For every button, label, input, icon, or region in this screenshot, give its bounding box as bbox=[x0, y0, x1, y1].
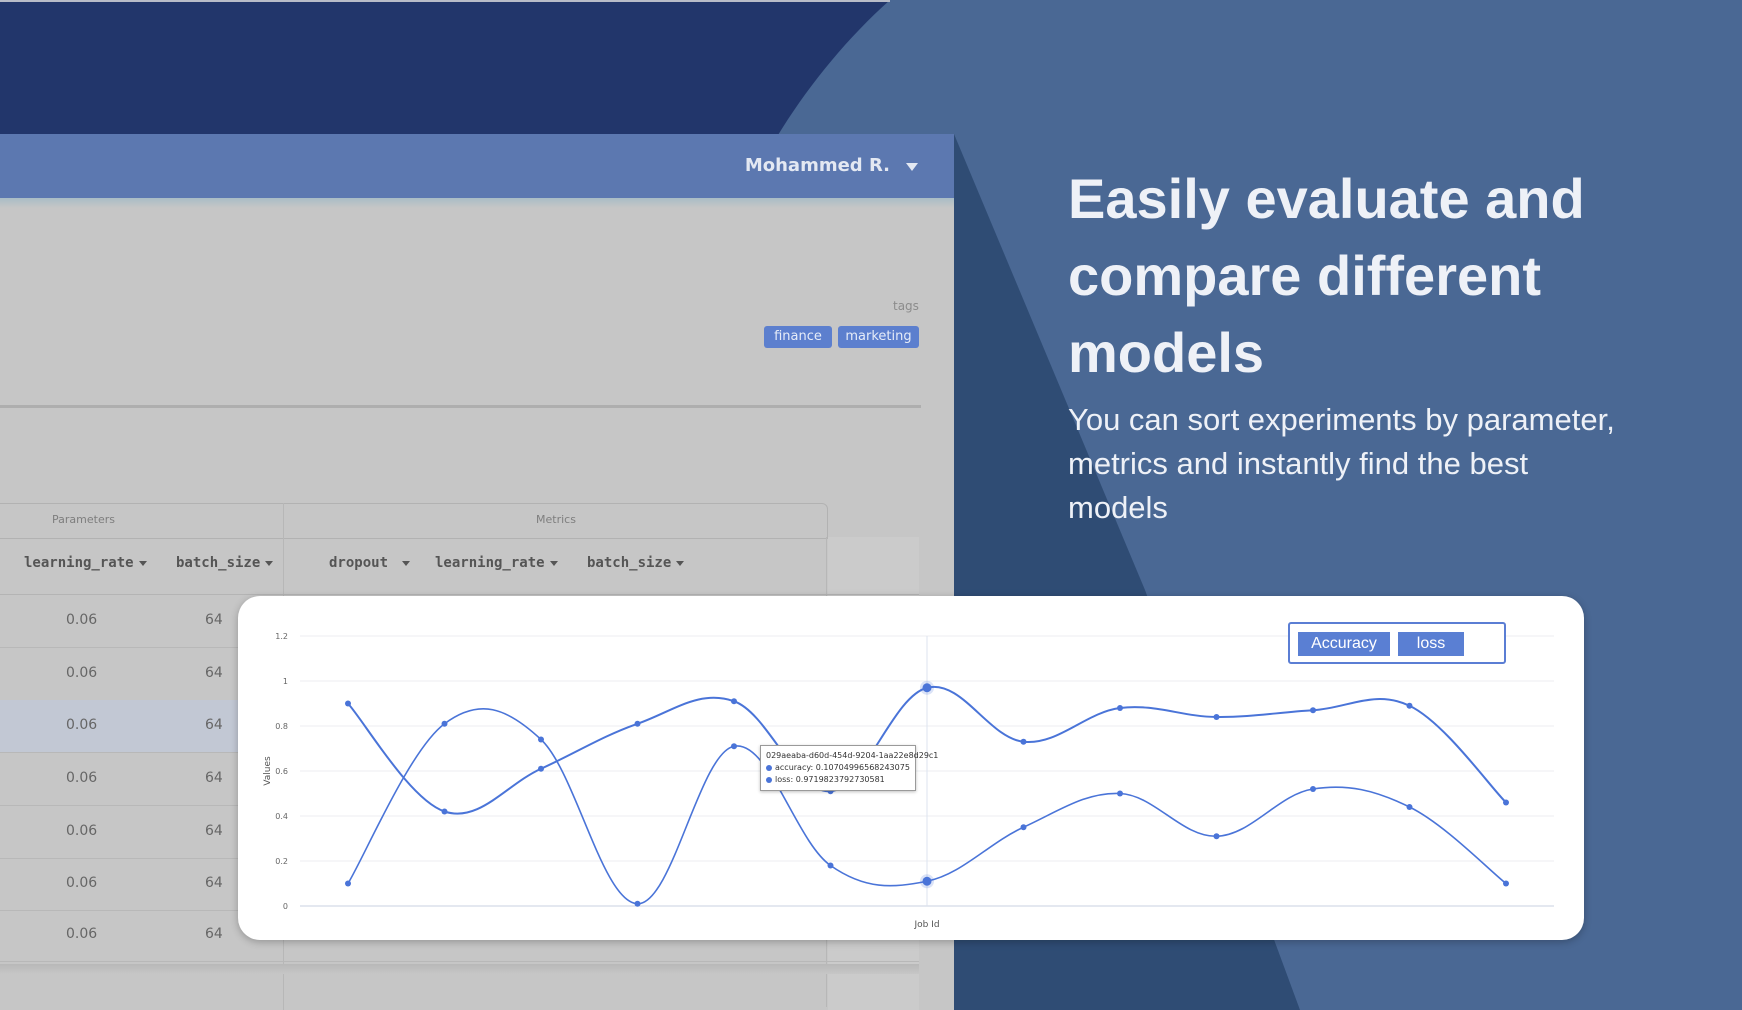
table-bottom-shadow bbox=[0, 964, 919, 974]
cell-learning-rate: 0.06 bbox=[66, 823, 98, 839]
chart-legend: Accuracy loss bbox=[1288, 622, 1506, 664]
data-point-loss bbox=[634, 720, 641, 727]
column-header-dropout[interactable]: dropout bbox=[329, 555, 411, 571]
y-axis-label: Values bbox=[263, 756, 273, 786]
y-tick-label: 0.6 bbox=[275, 767, 288, 776]
top-edge-line bbox=[0, 0, 890, 2]
headline: Easily evaluate and compare different mo… bbox=[1068, 167, 1585, 384]
bg-dark-navy bbox=[0, 0, 890, 140]
tooltip-loss-text: loss: 0.9719823792730581 bbox=[775, 775, 885, 784]
data-point-accuracy bbox=[1310, 786, 1316, 792]
chart-card: 0 0.2 0.4 0.6 0.8 1 1.2 Job Id Values Accuracy l… bbox=[238, 596, 1584, 940]
column-header-label: dropout bbox=[329, 555, 389, 571]
y-tick-label: 0.8 bbox=[275, 722, 288, 731]
user-menu-name[interactable]: Mohammed R. bbox=[745, 155, 890, 176]
data-point-accuracy bbox=[441, 720, 448, 727]
data-point-accuracy bbox=[634, 900, 641, 907]
x-axis-label: Job Id bbox=[913, 920, 939, 930]
data-point-loss bbox=[441, 808, 448, 815]
cell-learning-rate: 0.06 bbox=[66, 770, 98, 786]
column-header-label: learning_rate bbox=[24, 555, 134, 571]
cell-learning-rate: 0.06 bbox=[66, 665, 98, 681]
y-tick-label: 0.4 bbox=[275, 812, 288, 821]
group-label-parameters: Parameters bbox=[52, 513, 115, 526]
column-header-label: batch_size bbox=[176, 555, 261, 571]
cell-batch-size: 64 bbox=[205, 823, 223, 839]
caret-down-icon bbox=[138, 560, 147, 566]
column-header-label: batch_size bbox=[587, 555, 672, 571]
chart-tooltip: 029aeaba-d60d-454d-9204-1aa22e8d29c1 acc… bbox=[760, 745, 938, 791]
cell-learning-rate: 0.06 bbox=[66, 875, 98, 891]
data-point-loss bbox=[731, 698, 737, 705]
column-header-batch-size[interactable]: batch_size bbox=[176, 555, 274, 571]
cell-batch-size: 64 bbox=[205, 717, 223, 733]
column-header-metric-batch-size[interactable]: batch_size bbox=[587, 555, 685, 571]
y-tick-label: 1.2 bbox=[275, 632, 288, 641]
group-label-metrics: Metrics bbox=[536, 513, 576, 526]
tooltip-loss: loss: 0.9719823792730581 bbox=[766, 775, 885, 784]
data-point-accuracy bbox=[1213, 833, 1220, 840]
data-point-loss bbox=[1117, 705, 1123, 711]
series-dot-icon bbox=[766, 776, 772, 783]
cell-batch-size: 64 bbox=[205, 770, 223, 786]
column-header-metric-learning-rate[interactable]: learning_rate bbox=[435, 555, 558, 571]
caret-down-icon bbox=[676, 560, 685, 566]
y-tick-label: 0.2 bbox=[275, 857, 288, 866]
legend-accuracy-button[interactable]: Accuracy bbox=[1298, 632, 1390, 656]
subheadline: You can sort experiments by parameter, m… bbox=[1068, 402, 1615, 525]
data-point-accuracy bbox=[1406, 804, 1413, 810]
data-point-loss bbox=[1310, 707, 1316, 714]
series-dot-icon bbox=[766, 764, 772, 771]
app-header: Mohammed R. bbox=[0, 134, 954, 198]
data-point-loss bbox=[538, 765, 544, 772]
legend-loss-button[interactable]: loss bbox=[1398, 632, 1464, 656]
data-point-loss bbox=[1020, 738, 1027, 745]
caret-down-icon bbox=[402, 560, 411, 566]
data-point-loss bbox=[345, 700, 351, 707]
tag-finance[interactable]: finance bbox=[764, 326, 832, 348]
tooltip-accuracy: accuracy: 0.10704996568243075 bbox=[766, 763, 910, 772]
cell-learning-rate: 0.06 bbox=[66, 717, 98, 733]
data-point-accuracy bbox=[1020, 824, 1027, 831]
cell-learning-rate: 0.06 bbox=[66, 612, 98, 628]
cell-batch-size: 64 bbox=[205, 665, 223, 681]
data-point-accuracy bbox=[827, 862, 834, 869]
data-point-accuracy bbox=[538, 736, 544, 743]
section-divider bbox=[0, 405, 921, 408]
data-point-accuracy bbox=[922, 876, 932, 886]
header-shadow bbox=[0, 198, 954, 208]
cell-learning-rate: 0.06 bbox=[66, 926, 98, 942]
y-tick-label: 1 bbox=[283, 677, 288, 686]
y-tick-label: 0 bbox=[283, 902, 288, 911]
data-point-loss bbox=[922, 683, 932, 693]
column-header-learning-rate[interactable]: learning_rate bbox=[24, 555, 147, 571]
data-point-accuracy bbox=[1503, 880, 1509, 887]
data-point-loss bbox=[1503, 799, 1509, 806]
data-point-loss bbox=[1213, 714, 1220, 720]
caret-down-icon bbox=[549, 560, 558, 566]
data-point-loss bbox=[1406, 702, 1413, 709]
data-point-accuracy bbox=[345, 880, 351, 887]
cell-batch-size: 64 bbox=[205, 875, 223, 891]
tooltip-accuracy-text: accuracy: 0.10704996568243075 bbox=[775, 763, 910, 772]
cell-batch-size: 64 bbox=[205, 612, 223, 628]
column-header-label: learning_rate bbox=[435, 555, 545, 571]
column-group-header bbox=[0, 503, 828, 539]
tags-label: tags bbox=[893, 299, 919, 313]
data-point-accuracy bbox=[731, 743, 737, 750]
chevron-down-icon[interactable] bbox=[906, 163, 918, 171]
tooltip-title: 029aeaba-d60d-454d-9204-1aa22e8d29c1 bbox=[766, 751, 939, 760]
data-point-accuracy bbox=[1117, 790, 1123, 797]
tag-marketing[interactable]: marketing bbox=[838, 326, 919, 348]
caret-down-icon bbox=[265, 560, 274, 566]
cell-batch-size: 64 bbox=[205, 926, 223, 942]
